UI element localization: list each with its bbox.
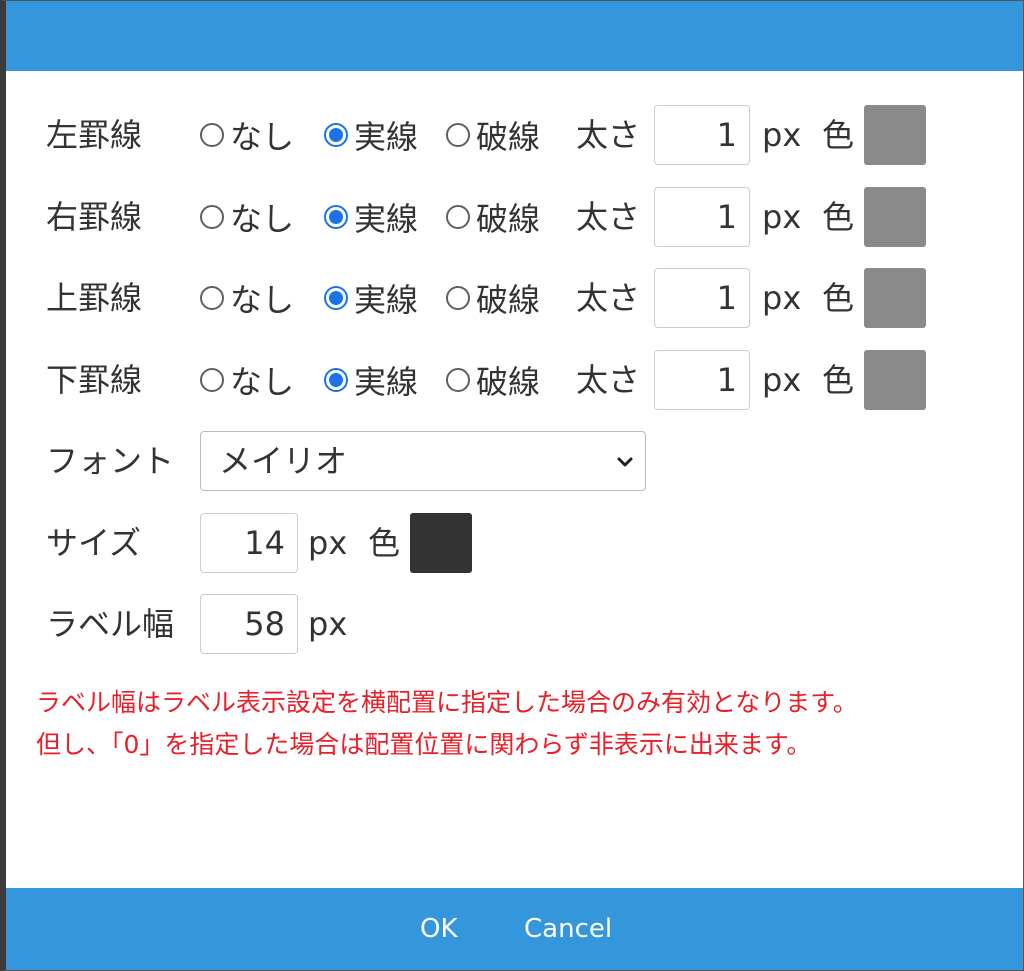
- font-size-input[interactable]: 14: [200, 513, 298, 573]
- right-border-color-swatch[interactable]: [864, 187, 926, 247]
- bottom-border-label: 下罫線: [46, 361, 143, 399]
- bottom-border-width-input[interactable]: 1: [654, 350, 750, 410]
- unit-label: px: [308, 524, 348, 562]
- width-label: 太さ: [576, 279, 641, 317]
- radio-button[interactable]: [324, 123, 348, 147]
- radio-button[interactable]: [446, 123, 470, 147]
- radio-button[interactable]: [324, 368, 348, 392]
- color-label: 色: [822, 198, 855, 236]
- bottom-border-row: 下罫線 なし 実線 破線 太さ 1 px 色: [6, 350, 1023, 410]
- color-label: 色: [822, 361, 855, 399]
- left-border-none-option[interactable]: なし: [200, 105, 294, 165]
- top-border-color-swatch[interactable]: [864, 268, 926, 328]
- width-label: 太さ: [576, 116, 641, 154]
- color-label: 色: [822, 116, 855, 154]
- unit-label: px: [762, 116, 802, 154]
- bottom-border-dashed-option[interactable]: 破線: [446, 350, 540, 410]
- font-row: フォント メイリオ: [6, 431, 1023, 491]
- label-width-input[interactable]: 58: [200, 594, 298, 654]
- radio-button[interactable]: [324, 286, 348, 310]
- radio-button[interactable]: [446, 286, 470, 310]
- radio-button[interactable]: [324, 205, 348, 229]
- dialog-titlebar[interactable]: [6, 1, 1023, 71]
- border-settings-dialog: 左罫線 なし 実線 破線 太さ 1 px 色 右罫線 なし 実線 破線 太さ 1…: [0, 0, 1024, 971]
- width-label: 太さ: [576, 198, 641, 236]
- font-select-value: メイリオ: [219, 442, 348, 480]
- width-label: 太さ: [576, 361, 641, 399]
- top-border-row: 上罫線 なし 実線 破線 太さ 1 px 色: [6, 268, 1023, 328]
- bottom-border-none-option[interactable]: なし: [200, 350, 294, 410]
- left-border-dashed-option[interactable]: 破線: [446, 105, 540, 165]
- label-width-row: ラベル幅 58 px: [6, 594, 1023, 654]
- bottom-border-color-swatch[interactable]: [864, 350, 926, 410]
- right-border-width-input[interactable]: 1: [654, 187, 750, 247]
- size-row: サイズ 14 px 色: [6, 513, 1023, 573]
- top-border-none-option[interactable]: なし: [200, 268, 294, 328]
- font-select[interactable]: メイリオ: [200, 431, 646, 491]
- top-border-dashed-option[interactable]: 破線: [446, 268, 540, 328]
- dialog-footer: OK Cancel: [6, 888, 1023, 970]
- unit-label: px: [762, 361, 802, 399]
- left-border-solid-option[interactable]: 実線: [324, 105, 418, 165]
- top-border-width-input[interactable]: 1: [654, 268, 750, 328]
- zero-width-note: 但し、「0」を指定した場合は配置位置に関わらず非表示に出来ます。: [36, 730, 812, 759]
- bottom-border-solid-option[interactable]: 実線: [324, 350, 418, 410]
- unit-label: px: [762, 279, 802, 317]
- cancel-button[interactable]: Cancel: [524, 888, 612, 970]
- radio-button[interactable]: [200, 205, 224, 229]
- chevron-down-icon: [617, 457, 633, 467]
- right-border-none-option[interactable]: なし: [200, 187, 294, 247]
- left-border-row: 左罫線 なし 実線 破線 太さ 1 px 色: [6, 105, 1023, 165]
- unit-label: px: [308, 605, 348, 643]
- label-width-note: ラベル幅はラベル表示設定を横配置に指定した場合のみ有効となります。: [36, 688, 858, 717]
- size-label: サイズ: [46, 524, 142, 562]
- left-border-color-swatch[interactable]: [864, 105, 926, 165]
- radio-button[interactable]: [200, 368, 224, 392]
- radio-button[interactable]: [200, 286, 224, 310]
- font-label: フォント: [46, 442, 175, 480]
- font-color-swatch[interactable]: [410, 513, 472, 573]
- radio-button[interactable]: [446, 368, 470, 392]
- label-width-label: ラベル幅: [46, 605, 175, 643]
- radio-button[interactable]: [200, 123, 224, 147]
- color-label: 色: [822, 279, 855, 317]
- color-label: 色: [368, 524, 401, 562]
- right-border-dashed-option[interactable]: 破線: [446, 187, 540, 247]
- right-border-label: 右罫線: [46, 198, 143, 236]
- left-border-label: 左罫線: [46, 116, 143, 154]
- radio-button[interactable]: [446, 205, 470, 229]
- right-border-row: 右罫線 なし 実線 破線 太さ 1 px 色: [6, 187, 1023, 247]
- top-border-label: 上罫線: [46, 279, 143, 317]
- left-border-width-input[interactable]: 1: [654, 105, 750, 165]
- top-border-solid-option[interactable]: 実線: [324, 268, 418, 328]
- unit-label: px: [762, 198, 802, 236]
- right-border-solid-option[interactable]: 実線: [324, 187, 418, 247]
- dialog-content: 左罫線 なし 実線 破線 太さ 1 px 色 右罫線 なし 実線 破線 太さ 1…: [6, 71, 1023, 888]
- ok-button[interactable]: OK: [420, 888, 458, 970]
